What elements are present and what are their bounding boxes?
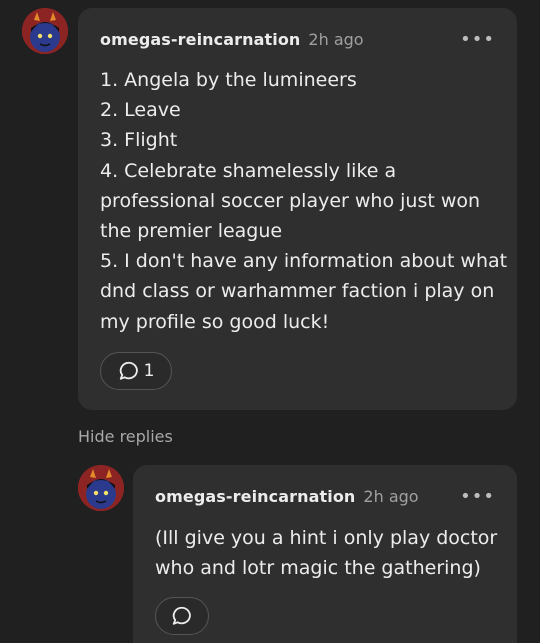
avatar-image <box>78 465 124 511</box>
more-horizontal-icon[interactable]: ••• <box>460 30 495 49</box>
reply-header: omegas-reincarnation 2h ago ••• <box>155 487 495 506</box>
avatar-image <box>22 8 68 54</box>
comment-line: 5. I don't have any information about wh… <box>100 250 508 273</box>
comment-card: omegas-reincarnation 2h ago ••• 1. Angel… <box>78 8 517 410</box>
reply-count: 1 <box>143 361 155 381</box>
hide-replies-button[interactable]: Hide replies <box>78 427 173 446</box>
comment-header: omegas-reincarnation 2h ago ••• <box>100 30 495 49</box>
reply-card: omegas-reincarnation 2h ago ••• (Ill giv… <box>133 465 517 643</box>
reply-button[interactable]: 1 <box>100 352 172 390</box>
reply-username[interactable]: omegas-reincarnation <box>155 487 355 506</box>
reply-line: who and lotr magic the gathering) <box>155 557 481 580</box>
comment-line: 4. Celebrate shamelessly like a <box>100 159 397 182</box>
comment-line: 3. Flight <box>100 129 178 152</box>
comment-line: dnd class or warhammer faction i play on <box>100 280 495 303</box>
reply-timestamp: 2h ago <box>363 487 419 506</box>
comment-thread: omegas-reincarnation 2h ago ••• 1. Angel… <box>0 0 540 643</box>
more-horizontal-icon[interactable]: ••• <box>460 487 495 506</box>
comment-line: my profile so good luck! <box>100 310 330 333</box>
speech-bubble-icon <box>119 361 138 380</box>
comment-timestamp: 2h ago <box>308 30 364 49</box>
comment-line: the premier league <box>100 220 283 243</box>
comment-line: 1. Angela by the lumineers <box>100 69 357 91</box>
comment-username[interactable]: omegas-reincarnation <box>100 30 300 49</box>
reply-body: (Ill give you a hint i only play doctor … <box>155 523 499 583</box>
avatar[interactable] <box>78 465 124 511</box>
comment-body: 1. Angela by the lumineers 2. Leave 3. F… <box>100 65 508 337</box>
speech-bubble-icon <box>172 606 191 625</box>
comment-line: 2. Leave <box>100 99 181 122</box>
avatar[interactable] <box>22 8 68 54</box>
reply-line: (Ill give you a hint i only play doctor <box>155 527 498 549</box>
reply-button[interactable] <box>155 597 209 635</box>
comment-line: professional soccer player who just won <box>100 189 481 212</box>
